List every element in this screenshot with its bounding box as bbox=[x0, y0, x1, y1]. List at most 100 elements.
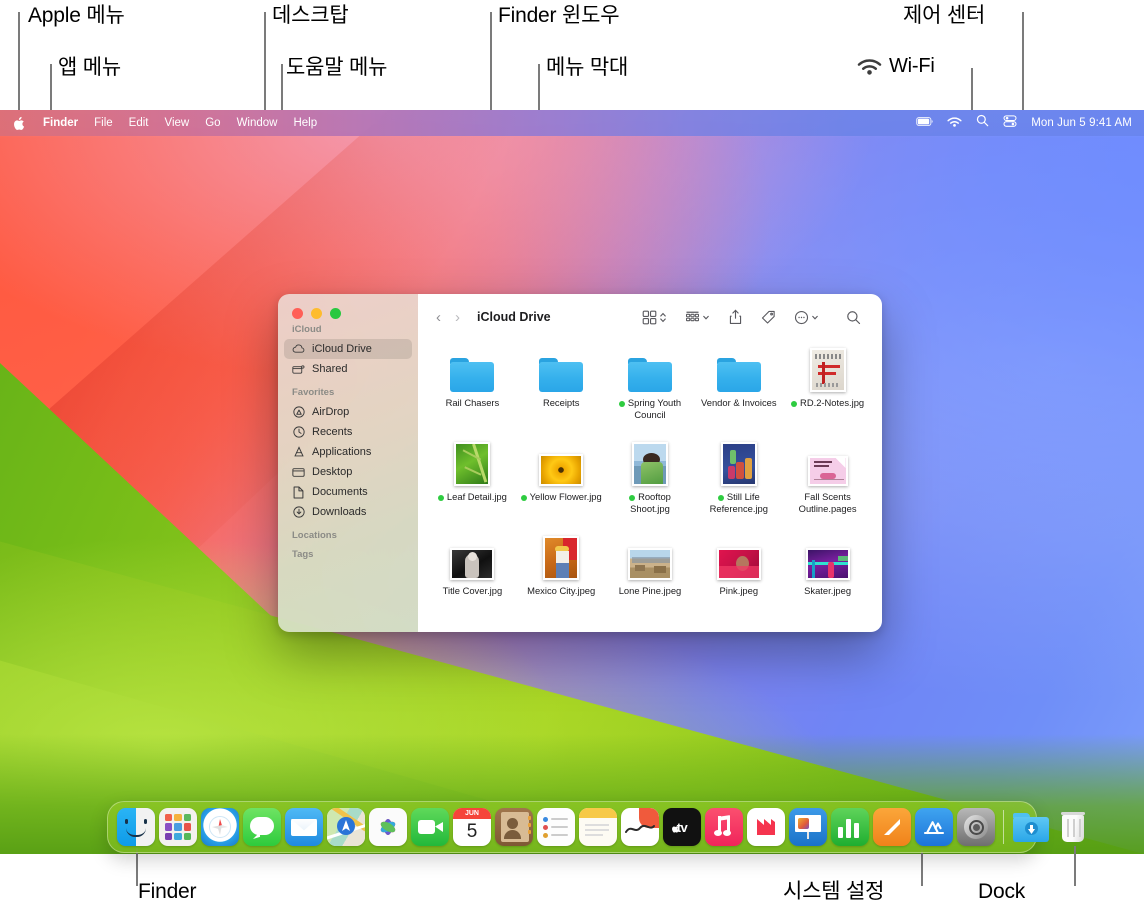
sidebar-section-locations: Locations bbox=[278, 530, 418, 541]
group-by-icon[interactable] bbox=[676, 310, 719, 325]
file-item[interactable]: Spring Youth Council bbox=[606, 342, 695, 436]
menu-item-help[interactable]: Help bbox=[285, 117, 325, 129]
file-item[interactable]: Fall Scents Outline.pages bbox=[783, 436, 872, 530]
file-item[interactable]: Vendor & Invoices bbox=[694, 342, 783, 436]
sidebar-item-applications[interactable]: Applications bbox=[284, 442, 412, 462]
share-icon[interactable] bbox=[719, 309, 752, 325]
dock-item-finder[interactable] bbox=[117, 808, 155, 846]
dock-item-system-settings[interactable] bbox=[957, 808, 995, 846]
dock-item-downloads-folder[interactable] bbox=[1012, 808, 1050, 846]
file-item[interactable]: Leaf Detail.jpg bbox=[428, 436, 517, 530]
battery-icon[interactable] bbox=[916, 114, 933, 132]
menu-item-view[interactable]: View bbox=[157, 117, 198, 129]
file-item[interactable]: Rail Chasers bbox=[428, 342, 517, 436]
back-button[interactable]: ‹ bbox=[436, 310, 441, 325]
sidebar-item-icloud-drive[interactable]: iCloud Drive bbox=[284, 339, 412, 359]
file-label: Vendor & Invoices bbox=[701, 397, 777, 409]
menu-item-file[interactable]: File bbox=[86, 117, 121, 129]
file-item[interactable]: Title Cover.jpg bbox=[428, 530, 517, 624]
more-actions-icon[interactable] bbox=[785, 310, 828, 325]
sidebar-item-downloads[interactable]: Downloads bbox=[284, 502, 412, 522]
file-label: Pink.jpeg bbox=[720, 585, 759, 597]
file-item[interactable]: Yellow Flower.jpg bbox=[517, 436, 606, 530]
spotlight-search-icon[interactable] bbox=[976, 114, 989, 132]
new-badge-dot bbox=[438, 495, 444, 501]
file-label: Mexico City.jpeg bbox=[527, 585, 595, 597]
dock[interactable]: JUN 5 tv bbox=[107, 801, 1037, 853]
folder-icon bbox=[628, 346, 672, 392]
dock-item-app-store[interactable] bbox=[915, 808, 953, 846]
dock-item-pages[interactable] bbox=[873, 808, 911, 846]
close-button[interactable] bbox=[292, 308, 303, 319]
file-item[interactable]: RD.2-Notes.jpg bbox=[783, 342, 872, 436]
dock-item-mail[interactable] bbox=[285, 808, 323, 846]
file-label: Spring Youth Council bbox=[608, 397, 692, 421]
dock-item-contacts[interactable] bbox=[495, 808, 533, 846]
file-label: Skater.jpeg bbox=[804, 585, 851, 597]
callout-wifi-label: Wi-Fi bbox=[857, 55, 935, 80]
menu-item-edit[interactable]: Edit bbox=[121, 117, 157, 129]
window-controls[interactable] bbox=[292, 308, 341, 319]
dock-item-numbers[interactable] bbox=[831, 808, 869, 846]
file-label: Rooftop Shoot.jpg bbox=[608, 491, 692, 515]
dock-item-stocks[interactable] bbox=[621, 808, 659, 846]
callout-system-settings-label: 시스템 설정 bbox=[783, 880, 884, 903]
folder-icon bbox=[450, 346, 494, 392]
callout-dock-line bbox=[1074, 846, 1076, 886]
dock-item-calendar[interactable]: JUN 5 bbox=[453, 808, 491, 846]
forward-button[interactable]: › bbox=[455, 310, 460, 325]
minimize-button[interactable] bbox=[311, 308, 322, 319]
grid-view-icon[interactable] bbox=[633, 310, 676, 325]
dock-item-messages[interactable] bbox=[243, 808, 281, 846]
finder-window[interactable]: iCloud iCloud Drive Shared Favorites bbox=[278, 294, 882, 632]
airdrop-icon bbox=[292, 406, 305, 419]
callout-control-center-line bbox=[1022, 12, 1024, 119]
sidebar-item-airdrop[interactable]: AirDrop bbox=[284, 402, 412, 422]
calendar-month-label: JUN bbox=[453, 808, 491, 819]
file-item[interactable]: Rooftop Shoot.jpg bbox=[606, 436, 695, 530]
dock-item-photos[interactable] bbox=[369, 808, 407, 846]
pages-document-icon bbox=[808, 440, 848, 486]
sidebar-item-label: AirDrop bbox=[312, 406, 349, 418]
menu-item-finder[interactable]: Finder bbox=[35, 117, 86, 129]
dock-item-reminders[interactable] bbox=[537, 808, 575, 846]
file-item[interactable]: Lone Pine.jpeg bbox=[606, 530, 695, 624]
dock-item-safari[interactable] bbox=[201, 808, 239, 846]
dock-item-launchpad[interactable] bbox=[159, 808, 197, 846]
finder-content: ‹ › iCloud Drive bbox=[418, 294, 882, 632]
photo-thumbnail bbox=[539, 440, 583, 486]
dock-item-music[interactable] bbox=[705, 808, 743, 846]
menu-item-window[interactable]: Window bbox=[229, 117, 286, 129]
photo-thumbnail bbox=[628, 534, 672, 580]
dock-item-apple-tv[interactable]: tv bbox=[663, 808, 701, 846]
wifi-icon[interactable] bbox=[947, 114, 962, 132]
file-item[interactable]: Receipts bbox=[517, 342, 606, 436]
dock-item-notes[interactable] bbox=[579, 808, 617, 846]
zoom-button[interactable] bbox=[330, 308, 341, 319]
sidebar-item-shared[interactable]: Shared bbox=[284, 359, 412, 379]
menu-bar[interactable]: Finder File Edit View Go Window Help bbox=[0, 110, 1144, 136]
file-item[interactable]: Pink.jpeg bbox=[694, 530, 783, 624]
file-item[interactable]: Mexico City.jpeg bbox=[517, 530, 606, 624]
file-item[interactable]: Skater.jpeg bbox=[783, 530, 872, 624]
search-icon[interactable] bbox=[828, 310, 870, 325]
dock-item-keynote[interactable] bbox=[789, 808, 827, 846]
file-label: Receipts bbox=[543, 397, 579, 409]
sidebar-item-documents[interactable]: Documents bbox=[284, 482, 412, 502]
finder-path-title: iCloud Drive bbox=[477, 310, 551, 324]
dock-item-news[interactable] bbox=[747, 808, 785, 846]
menu-item-go[interactable]: Go bbox=[197, 117, 228, 129]
callout-wifi-text: Wi-Fi bbox=[889, 55, 935, 77]
sidebar-item-desktop[interactable]: Desktop bbox=[284, 462, 412, 482]
menubar-clock[interactable]: Mon Jun 5 9:41 AM bbox=[1031, 117, 1132, 129]
dock-item-trash[interactable] bbox=[1054, 808, 1092, 846]
dock-item-maps[interactable] bbox=[327, 808, 365, 846]
finder-sidebar: iCloud iCloud Drive Shared Favorites bbox=[278, 294, 418, 632]
file-item[interactable]: Still Life Reference.jpg bbox=[694, 436, 783, 530]
tag-icon[interactable] bbox=[752, 310, 785, 325]
control-center-icon[interactable] bbox=[1003, 114, 1017, 132]
apple-logo-icon[interactable] bbox=[12, 116, 25, 131]
dock-item-facetime[interactable] bbox=[411, 808, 449, 846]
sidebar-item-recents[interactable]: Recents bbox=[284, 422, 412, 442]
photo-thumbnail bbox=[810, 346, 846, 392]
